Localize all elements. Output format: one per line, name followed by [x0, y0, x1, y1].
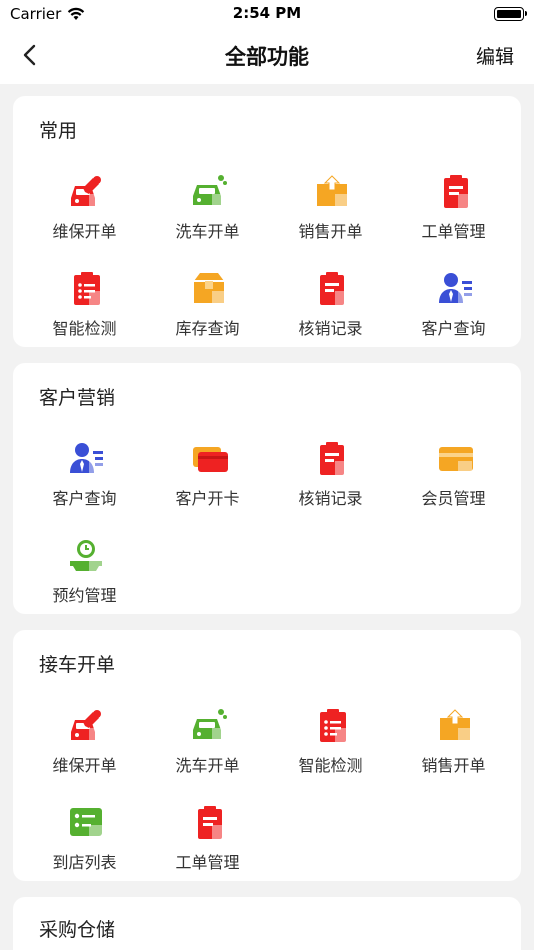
- checklist-icon: [320, 709, 349, 742]
- function-item-label: 预约管理: [52, 586, 117, 605]
- function-item[interactable]: 到店列表: [21, 803, 148, 881]
- function-item[interactable]: 客户查询: [21, 439, 148, 521]
- edit-button[interactable]: 编辑: [476, 42, 514, 69]
- customer-icon: [439, 273, 472, 305]
- function-item[interactable]: 核销记录: [267, 269, 394, 347]
- section-title: 采购仓储: [39, 919, 116, 941]
- car-wrench-icon: [71, 176, 103, 208]
- record-icon: [320, 442, 349, 475]
- car-wash-icon: [193, 709, 227, 742]
- function-item[interactable]: 客户查询: [390, 269, 517, 347]
- sales-box-icon: [317, 175, 349, 208]
- clipboard-icon: [444, 175, 472, 208]
- function-item-label: 客户开卡: [175, 489, 240, 508]
- section-card-marketing: 客户营销 客户查询 客户开卡 核销记录 会员管理 预约管理: [13, 363, 521, 614]
- sales-box-icon: [440, 709, 472, 742]
- nav-bar: 全部功能 编辑: [0, 28, 534, 84]
- function-item[interactable]: 会员管理: [390, 439, 517, 521]
- inventory-box-icon: [194, 273, 226, 305]
- battery-icon: [494, 7, 527, 21]
- function-item[interactable]: 洗车开单: [144, 706, 271, 788]
- function-item-label: 客户查询: [421, 319, 486, 338]
- customer-icon: [70, 443, 103, 475]
- function-item-label: 核销记录: [298, 319, 363, 338]
- function-item-label: 洗车开单: [175, 756, 240, 775]
- appointment-icon: [70, 540, 103, 572]
- function-item-label: 客户查询: [52, 489, 117, 508]
- section-title: 常用: [39, 120, 78, 142]
- status-bar: Carrier 2:54 PM: [0, 0, 534, 28]
- function-item-label: 智能检测: [298, 756, 363, 775]
- clipboard-icon: [198, 806, 226, 839]
- card-open-icon: [193, 447, 228, 472]
- function-item[interactable]: 维保开单: [21, 172, 148, 254]
- car-wrench-icon: [71, 710, 103, 742]
- function-item[interactable]: 库存查询: [144, 269, 271, 347]
- car-wash-icon: [193, 175, 227, 208]
- function-item[interactable]: 客户开卡: [144, 439, 271, 521]
- function-item-label: 核销记录: [298, 489, 363, 508]
- member-card-icon: [439, 447, 473, 475]
- function-item-label: 工单管理: [421, 222, 486, 241]
- checklist-icon: [74, 272, 103, 305]
- function-item[interactable]: 洗车开单: [144, 172, 271, 254]
- function-item[interactable]: 维保开单: [21, 706, 148, 788]
- function-item-label: 销售开单: [421, 756, 486, 775]
- record-icon: [320, 272, 349, 305]
- function-item-label: 到店列表: [52, 853, 117, 872]
- function-item[interactable]: 核销记录: [267, 439, 394, 521]
- section-title: 客户营销: [39, 387, 116, 409]
- function-item-label: 库存查询: [175, 319, 240, 338]
- function-item-label: 销售开单: [298, 222, 363, 241]
- back-chevron-icon[interactable]: [18, 42, 44, 68]
- section-card-reception: 接车开单 维保开单 洗车开单 智能检测 销售开单 到店列表 工单管理: [13, 630, 521, 881]
- section-card-purchase: 采购仓储: [13, 897, 521, 950]
- page-title: 全部功能: [225, 45, 309, 69]
- function-item[interactable]: 智能检测: [267, 706, 394, 788]
- function-item[interactable]: 预约管理: [21, 536, 148, 614]
- arrival-list-icon: [70, 808, 103, 839]
- function-item[interactable]: 工单管理: [144, 803, 271, 881]
- function-item[interactable]: 销售开单: [267, 172, 394, 254]
- function-item[interactable]: 销售开单: [390, 706, 517, 788]
- function-item[interactable]: 工单管理: [390, 172, 517, 254]
- function-item-label: 智能检测: [52, 319, 117, 338]
- function-item-label: 洗车开单: [175, 222, 240, 241]
- section-card-common: 常用 维保开单 洗车开单 销售开单 工单管理 智能检测 库存查询 核销记录 客户…: [13, 96, 521, 347]
- status-time: 2:54 PM: [232, 4, 302, 22]
- function-item[interactable]: 智能检测: [21, 269, 148, 347]
- function-item-label: 工单管理: [175, 853, 240, 872]
- function-item-label: 维保开单: [52, 756, 117, 775]
- function-item-label: 会员管理: [421, 489, 486, 508]
- section-title: 接车开单: [39, 654, 116, 676]
- function-item-label: 维保开单: [52, 222, 117, 241]
